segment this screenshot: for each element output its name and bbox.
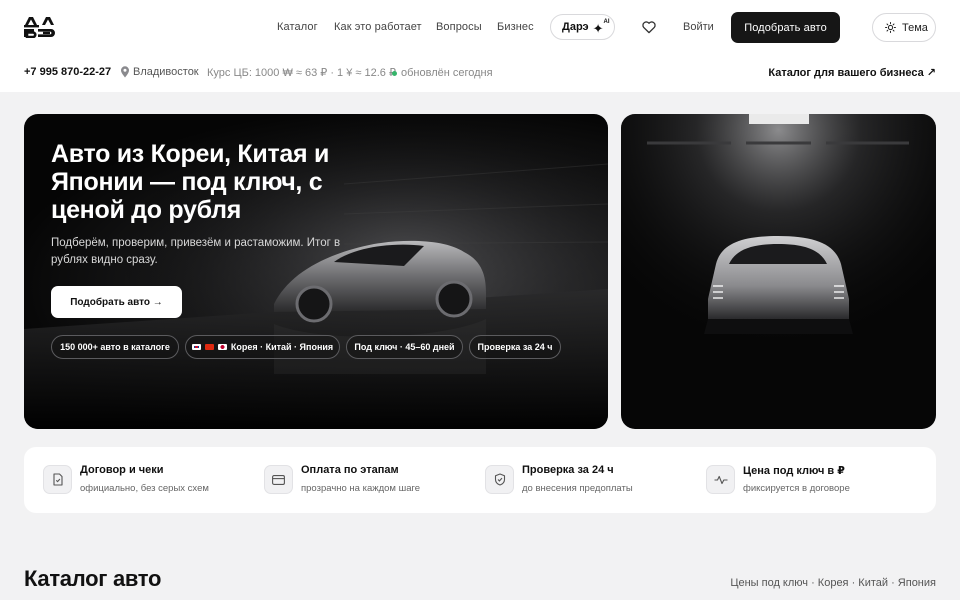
city-label: Владивосток — [133, 66, 199, 78]
heart-icon[interactable] — [641, 19, 657, 35]
feature-title: Проверка за 24 ч — [522, 464, 614, 476]
car-front-image — [621, 114, 936, 429]
chip-label: 150 000+ авто в каталоге — [60, 342, 170, 352]
japan-flag-icon — [217, 344, 227, 350]
nav-how-it-works[interactable]: Как это работает — [334, 21, 422, 33]
phone-number[interactable]: +7 995 870-22-27 — [24, 66, 111, 78]
theme-label: Тема — [902, 21, 928, 34]
chip-inspection: Проверка за 24 ч — [469, 335, 561, 359]
ai-tag: AI — [603, 19, 610, 25]
hero-subtitle: Подберём, проверим, привезём и растаможи… — [51, 237, 341, 266]
info-bar: +7 995 870-22-27 Владивосток Курс ЦБ: 10… — [0, 66, 960, 80]
rate-updated-status: обновлён сегодня — [392, 67, 493, 79]
chip-delivery-time: Под ключ · 45–60 дней — [346, 335, 463, 359]
features-strip: Договор и чеки официально, без серых схе… — [24, 447, 936, 513]
nav-catalog[interactable]: Каталог — [277, 21, 318, 33]
chip-label: Под ключ · 45–60 дней — [354, 342, 455, 352]
shield-icon — [485, 465, 514, 494]
logo[interactable] — [24, 16, 58, 38]
hero-banner: Авто из Кореи, Китая и Японии — под ключ… — [24, 114, 608, 429]
chip-label: Проверка за 24 ч — [477, 342, 553, 352]
catalog-section-title: Каталог авто — [24, 566, 162, 591]
chip-label: Корея · Китай · Япония — [230, 342, 334, 352]
hero-title: Авто из Кореи, Китая и Японии — под ключ… — [51, 140, 330, 224]
sparkle-icon: ✦ — [592, 20, 604, 36]
pick-car-button[interactable]: Подобрать авто — [731, 12, 840, 43]
hero-pick-car-button[interactable]: Подобрать авто → — [51, 286, 182, 318]
feature-subtitle: прозрачно на каждом шаге — [301, 483, 421, 494]
catalog-section-subtitle: Цены под ключ · Корея · Китай · Япония — [730, 577, 936, 589]
china-flag-icon — [204, 344, 214, 350]
card-icon — [264, 465, 293, 494]
city-selector[interactable]: Владивосток — [120, 66, 199, 78]
location-pin-icon — [121, 66, 129, 78]
nav-business[interactable]: Бизнес — [497, 21, 534, 33]
pulse-icon — [706, 465, 735, 494]
feature-subtitle: фиксируется в договоре — [743, 483, 850, 494]
sun-icon — [885, 22, 896, 33]
feature-subtitle: официально, без серых схем — [80, 483, 209, 494]
document-icon — [43, 465, 72, 494]
feature-title: Оплата по этапам — [301, 464, 399, 476]
business-catalog-link[interactable]: Каталог для вашего бизнеса ↗ — [768, 66, 936, 79]
chip-countries: Корея · Китай · Япония — [185, 335, 340, 359]
ai-button-label: Дарэ — [562, 21, 589, 33]
top-header: Каталог Как это работает Вопросы Бизнес … — [0, 0, 960, 92]
nav-faq[interactable]: Вопросы — [436, 21, 482, 33]
ai-assistant-button[interactable]: Дарэ ✦ AI — [550, 14, 615, 40]
garage-car-image — [621, 114, 936, 429]
login-link[interactable]: Войти — [683, 21, 714, 33]
status-dot-icon — [392, 70, 397, 76]
exchange-rate: Курс ЦБ: 1000 ₩ ≈ 63 ₽ · 1 ¥ ≈ 12.6 ₽ — [207, 67, 396, 79]
feature-title: Цена под ключ в ₽ — [743, 465, 845, 477]
chip-catalog-count: 150 000+ авто в каталоге — [51, 335, 179, 359]
theme-toggle[interactable]: Тема — [872, 13, 936, 42]
updated-label: обновлён сегодня — [401, 67, 493, 79]
feature-title: Договор и чеки — [80, 464, 164, 476]
feature-subtitle: до внесения предоплаты — [522, 483, 633, 494]
korea-flag-icon — [191, 344, 201, 350]
